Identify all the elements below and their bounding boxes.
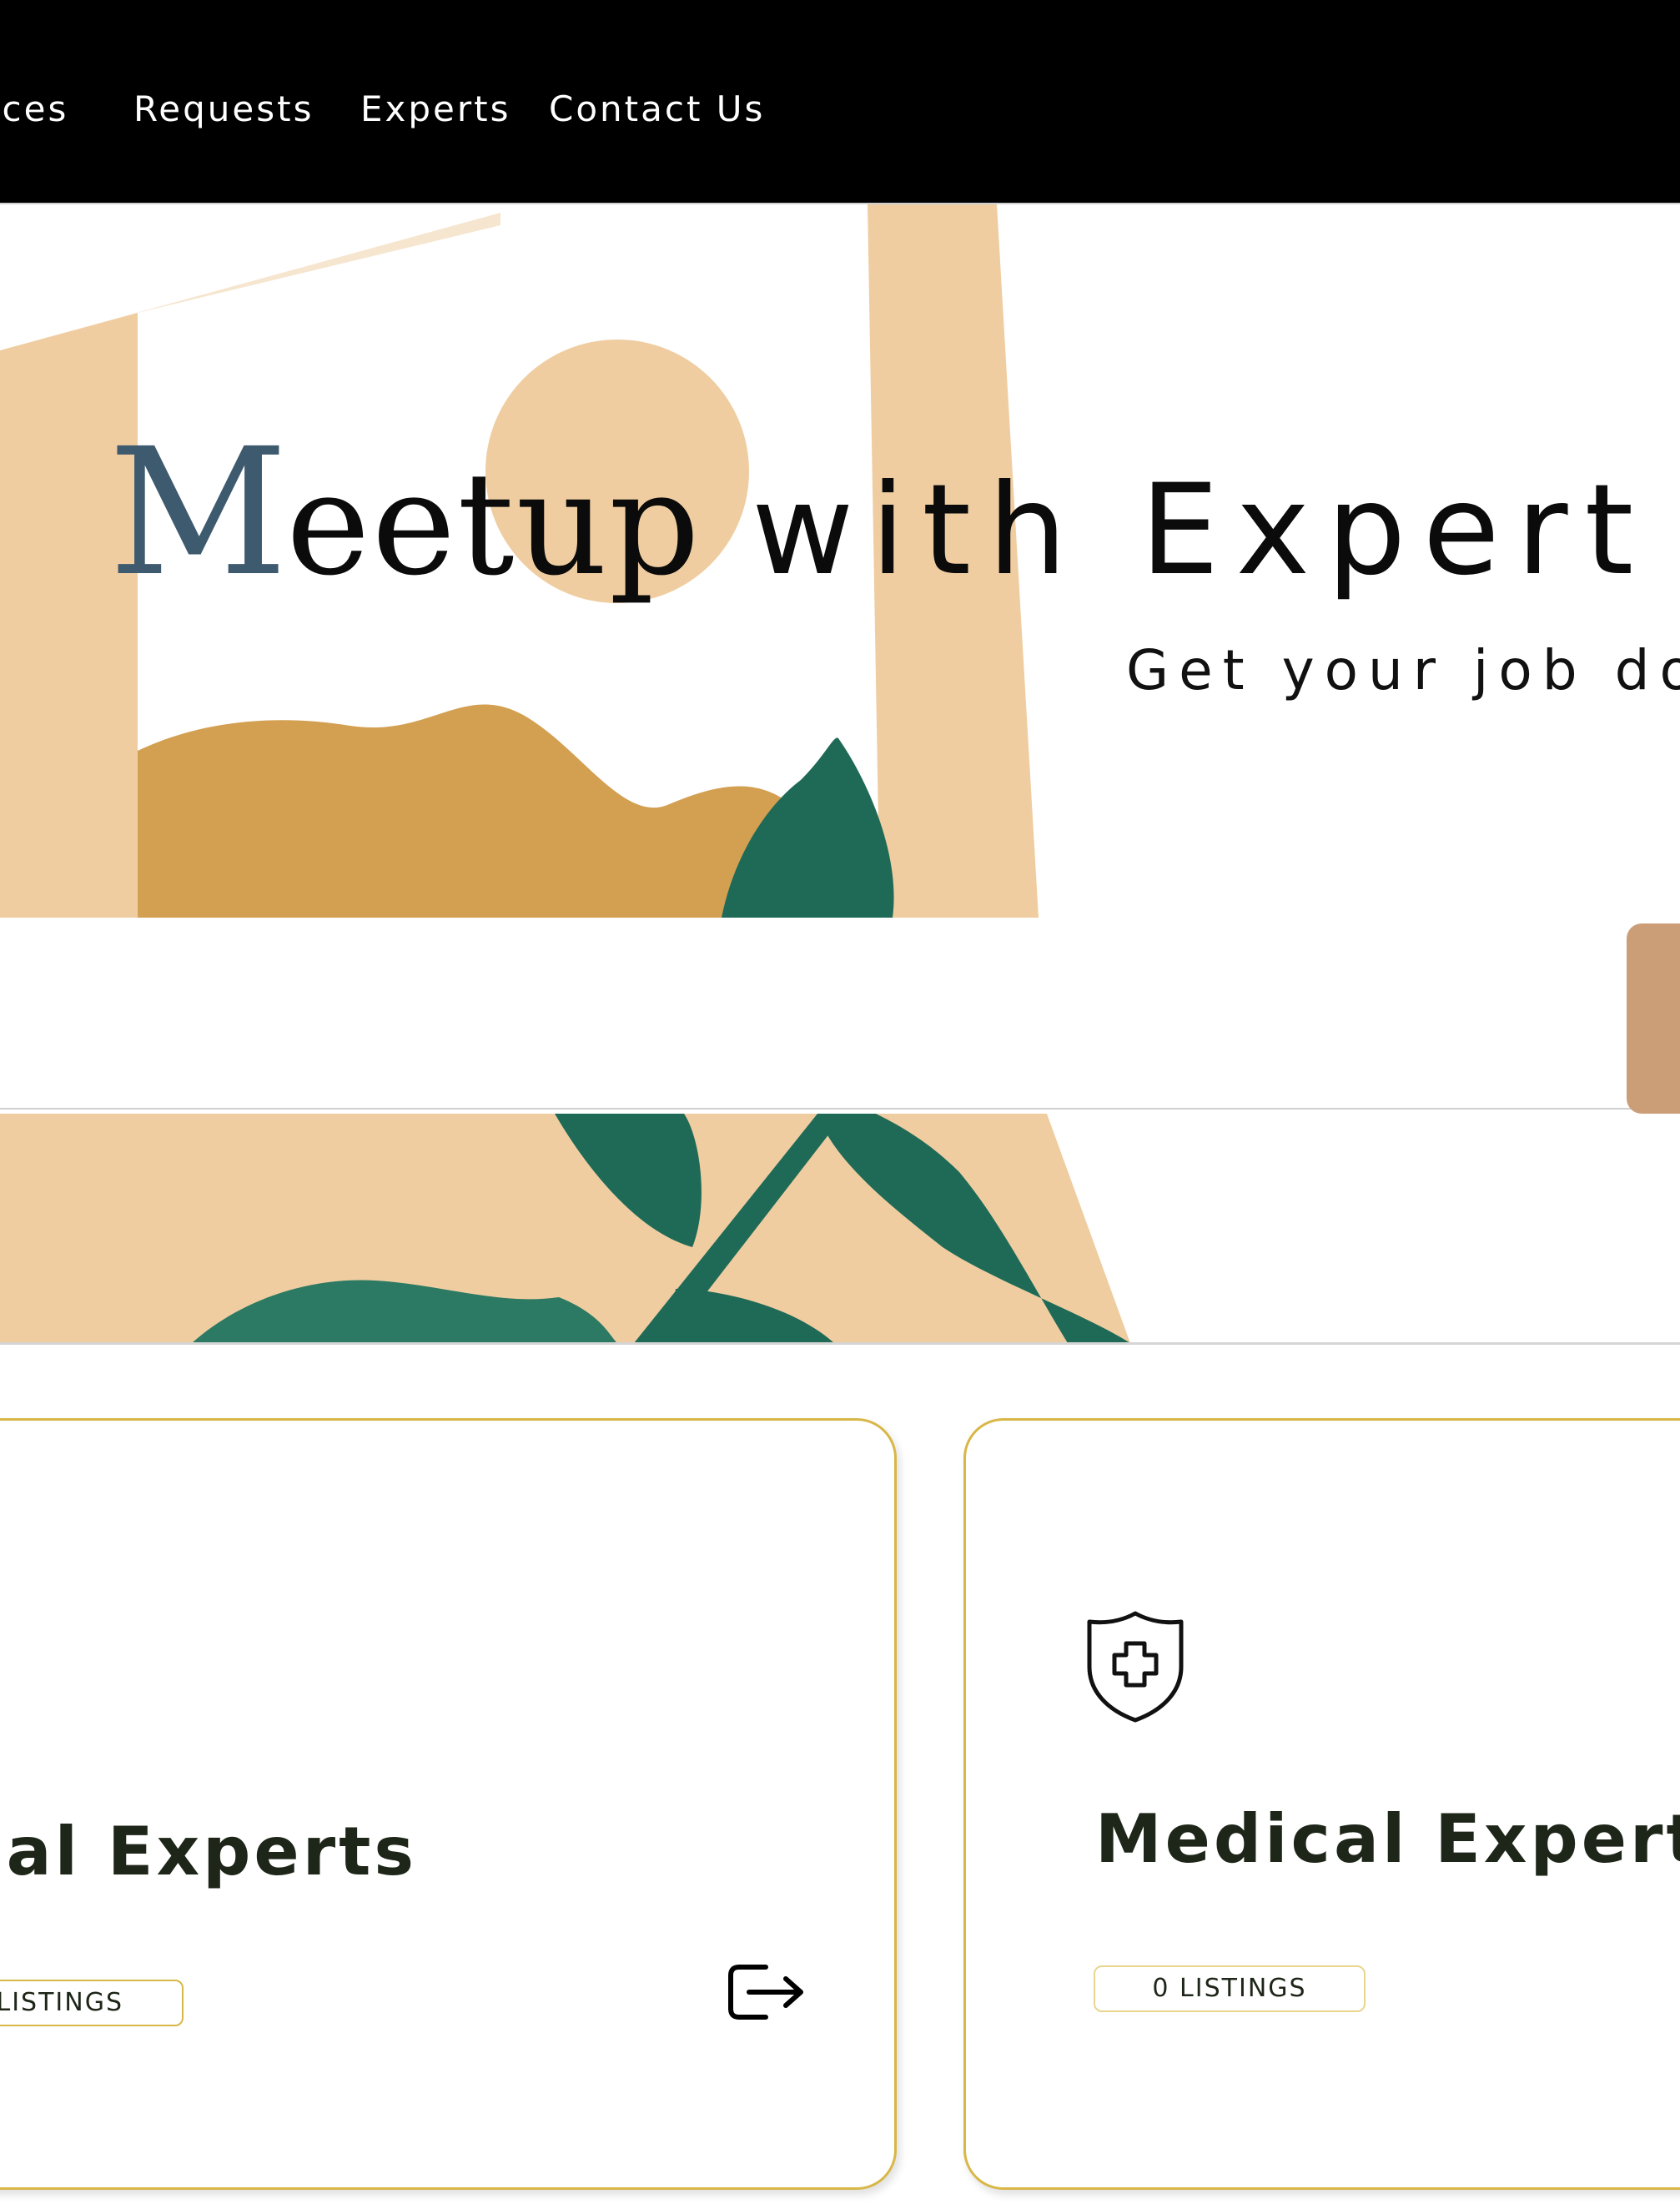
legal-experts-card[interactable]: gal Experts LISTINGS <box>0 1418 897 2190</box>
hero-title-accent-letter: M <box>108 410 288 615</box>
nav-link-contact-us[interactable]: Contact Us <box>549 88 765 129</box>
nav-link-requests[interactable]: Requests <box>133 88 314 129</box>
hero-illustration <box>0 204 1130 1343</box>
nav-link-services[interactable]: vices <box>0 88 68 129</box>
medical-experts-card[interactable]: Medical Experts 0 LISTINGS <box>963 1418 1680 2190</box>
listings-badge: 0 LISTINGS <box>1094 1965 1366 2012</box>
page: vices Requests Experts Contact Us <box>0 0 1680 2204</box>
top-navbar: vices Requests Experts Contact Us <box>0 0 1680 204</box>
hero-divider <box>0 1342 1680 1345</box>
card-title: gal Experts <box>0 1813 417 1890</box>
hero-title-serif-word: eetup <box>286 442 702 607</box>
hero-title: Meetup with Expert <box>108 425 1650 601</box>
card-title: Medical Experts <box>1095 1800 1680 1878</box>
hero-title-sans-words: with Expert <box>751 458 1651 603</box>
listings-badge: LISTINGS <box>0 1980 184 2026</box>
exit-icon[interactable] <box>724 1959 807 2025</box>
nav-link-experts[interactable]: Experts <box>360 88 511 129</box>
hero-section: Meetup with Expert Get your job do <box>0 204 1680 1346</box>
search-button[interactable] <box>1627 923 1680 1114</box>
hero-subtitle: Get your job do <box>1126 638 1680 702</box>
lower-art-panel <box>0 1114 1130 1343</box>
shield-plus-icon <box>1087 1611 1184 1723</box>
search-bar[interactable] <box>0 918 1680 1110</box>
